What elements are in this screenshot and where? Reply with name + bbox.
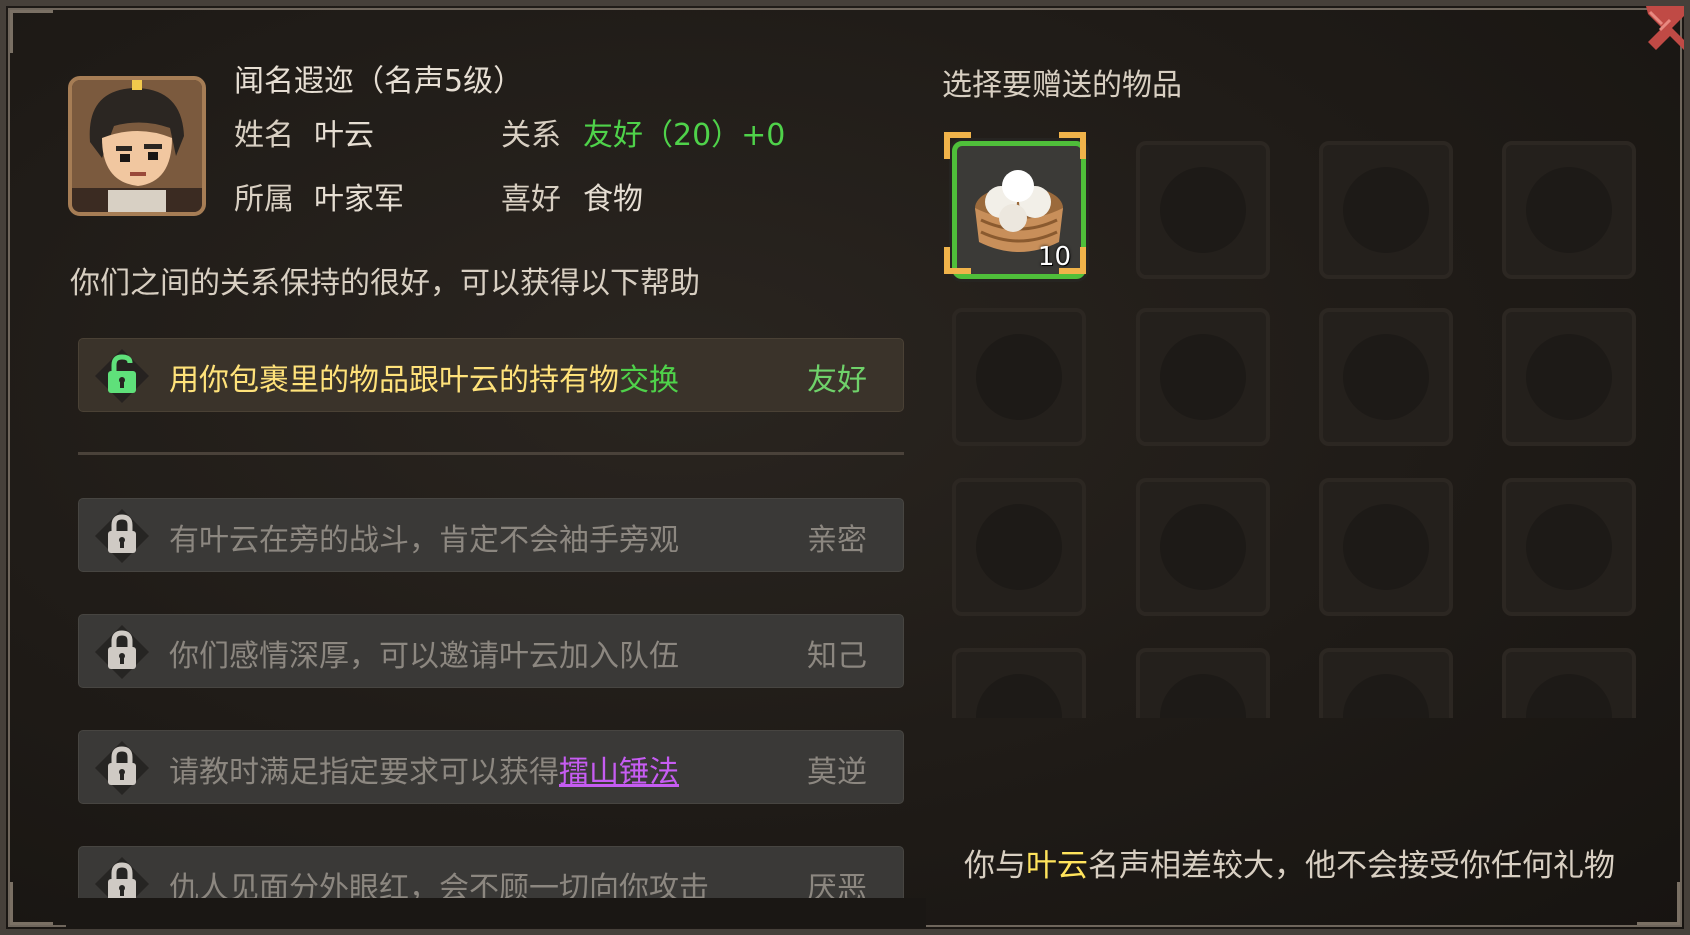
- item-slot-empty[interactable]: [1319, 648, 1453, 718]
- character-avatar: [68, 76, 206, 216]
- frame-corner: [10, 10, 53, 53]
- item-slot-empty[interactable]: [1136, 308, 1270, 446]
- character-name: 叶云: [314, 118, 374, 153]
- help-row-desc: 请教时满足指定要求可以获得擂山锤法: [169, 747, 679, 791]
- item-slot-empty[interactable]: [1502, 141, 1636, 279]
- item-slot-empty[interactable]: [1502, 648, 1636, 718]
- item-slot-empty[interactable]: [1319, 141, 1453, 279]
- lock-icon: [95, 625, 149, 679]
- item-slot-empty[interactable]: [1502, 308, 1636, 446]
- note-text: 你与: [964, 848, 1026, 884]
- skill-link[interactable]: 擂山锤法: [559, 755, 679, 790]
- help-desc-text: 用你包裹里的物品跟叶云的持有物: [169, 363, 619, 398]
- gift-heading: 选择要赠送的物品: [942, 68, 1182, 103]
- help-desc-text: 请教时满足指定要求可以获得: [169, 755, 559, 790]
- item-slot-empty[interactable]: [952, 478, 1086, 616]
- lock-icon: [95, 741, 149, 795]
- name-label: 姓名: [234, 118, 294, 153]
- item-slot-empty[interactable]: [952, 308, 1086, 446]
- required-level: 友好: [807, 363, 867, 398]
- frame-corner: [1637, 882, 1680, 925]
- selection-frame: [944, 132, 1086, 274]
- lock-open-icon: [95, 349, 149, 403]
- gift-refusal-note: 你与叶云名声相差较大，他不会接受你任何礼物: [964, 840, 1615, 885]
- help-row-invite-party: 你们感情深厚，可以邀请叶云加入队伍 知己: [78, 614, 904, 688]
- item-slot-empty[interactable]: [952, 648, 1086, 718]
- required-level: 莫逆: [807, 755, 867, 790]
- item-slot-empty[interactable]: [1136, 141, 1270, 279]
- close-button[interactable]: [1626, 6, 1684, 64]
- faction-label: 所属: [234, 182, 294, 217]
- exchange-highlight: 交换: [619, 363, 679, 398]
- relation-label: 关系: [501, 118, 561, 153]
- required-level: 知己: [807, 639, 867, 674]
- lock-icon: [95, 509, 149, 563]
- help-row-teaching: 请教时满足指定要求可以获得擂山锤法 莫逆: [78, 730, 904, 804]
- note-text: 名声相差较大，他不会接受你任何礼物: [1088, 848, 1615, 884]
- hobby-label: 喜好: [501, 182, 561, 217]
- frame-corner: [10, 882, 53, 925]
- hobby-value: 食物: [583, 182, 643, 217]
- help-row-battle-assist: 有叶云在旁的战斗，肯定不会袖手旁观 亲密: [78, 498, 904, 572]
- help-row-desc: 有叶云在旁的战斗，肯定不会袖手旁观: [169, 523, 679, 558]
- item-slot-empty[interactable]: [1136, 648, 1270, 718]
- divider: [78, 452, 904, 455]
- faction-value: 叶家军: [314, 182, 404, 217]
- help-row-desc: 用你包裹里的物品跟叶云的持有物交换: [169, 355, 679, 399]
- close-icon: [1646, 6, 1684, 50]
- item-slot-empty[interactable]: [1319, 478, 1453, 616]
- help-row-exchange[interactable]: 用你包裹里的物品跟叶云的持有物交换 友好: [78, 338, 904, 412]
- item-slot-empty[interactable]: [1319, 308, 1453, 446]
- relation-value: 友好（20）+0: [583, 118, 786, 153]
- list-clip: [66, 898, 926, 928]
- help-row-desc: 你们感情深厚，可以邀请叶云加入队伍: [169, 639, 679, 674]
- relationship-summary: 你们之间的关系保持的很好，可以获得以下帮助: [70, 266, 700, 301]
- item-slot-empty[interactable]: [1136, 478, 1270, 616]
- item-slot-empty[interactable]: [1502, 478, 1636, 616]
- reputation-title: 闻名遐迩（名声5级）: [234, 64, 524, 99]
- note-character-name: 叶云: [1026, 848, 1088, 884]
- required-level: 亲密: [807, 523, 867, 558]
- relationship-panel: 闻名遐迩（名声5级） 姓名 叶云 关系 友好（20）+0 所属 叶家军 喜好 食…: [0, 0, 1690, 935]
